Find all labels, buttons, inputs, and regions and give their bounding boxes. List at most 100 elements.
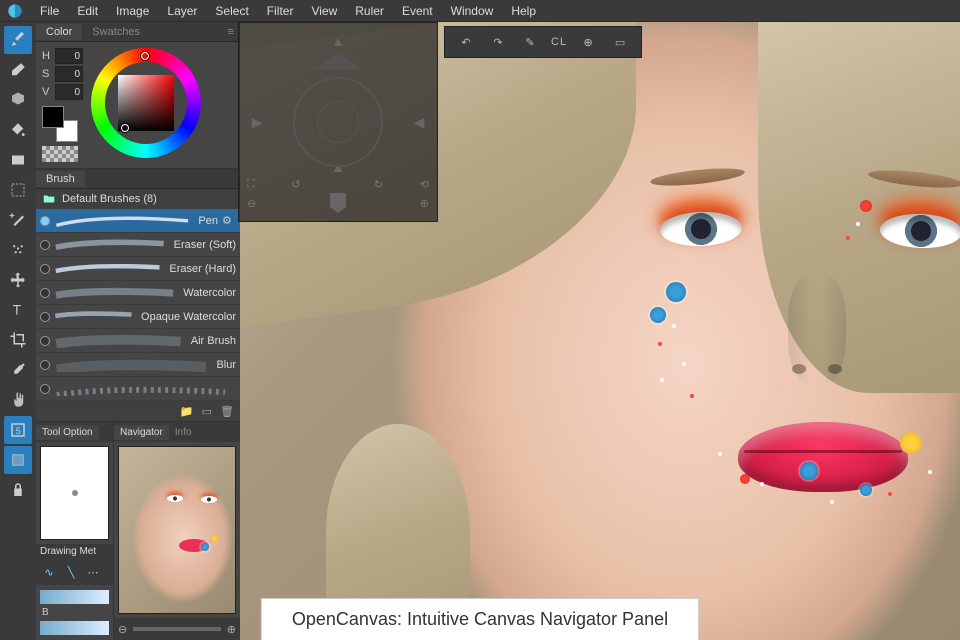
brush-folder[interactable]: Default Brushes (8)	[36, 189, 240, 209]
reset-rotation-icon[interactable]: ⟲	[420, 178, 429, 191]
menubar: File Edit Image Layer Select Filter View…	[0, 0, 960, 22]
gear-icon[interactable]: ⚙	[222, 214, 236, 227]
frame-b-tool[interactable]	[4, 446, 32, 474]
caption-bar: OpenCanvas: Intuitive Canvas Navigator P…	[261, 598, 699, 640]
target-icon[interactable]: ⊕	[577, 31, 599, 53]
rect-tool[interactable]	[4, 146, 32, 174]
nav-left-icon[interactable]: ▶	[247, 112, 267, 132]
menu-ruler[interactable]: Ruler	[347, 2, 392, 20]
s-label: S	[42, 68, 52, 80]
menu-filter[interactable]: Filter	[259, 2, 302, 20]
gradient-preview-2[interactable]	[40, 621, 109, 635]
zoom-in-nav-icon[interactable]: ⊕	[420, 197, 429, 210]
zoom-out-nav-icon[interactable]: ⊖	[247, 197, 256, 210]
rotate-ccw-icon[interactable]: ↺	[291, 178, 300, 191]
fg-color-swatch[interactable]	[42, 106, 64, 128]
brush-item-eraser-hard[interactable]: Eraser (Hard)	[36, 257, 240, 281]
nav-center-ring[interactable]	[293, 77, 383, 167]
new-brush-icon[interactable]: ▭	[202, 405, 212, 418]
tool-option-panel: Tool Option Drawing Met ∿ ╲ ⋯ B	[36, 422, 114, 640]
mode-dot-icon[interactable]: ⋯	[84, 563, 102, 581]
v-label: V	[42, 86, 52, 98]
nav-right-icon[interactable]: ◀	[409, 112, 429, 132]
tool-option-tab[interactable]: Tool Option	[36, 425, 99, 440]
s-input[interactable]	[55, 66, 83, 82]
brush-item-blur[interactable]: Blur	[36, 353, 240, 377]
eyedropper-tool[interactable]	[4, 356, 32, 384]
cl-label[interactable]: CL	[551, 36, 567, 48]
brush-item-extra[interactable]	[36, 377, 240, 401]
v-input[interactable]	[55, 84, 83, 100]
brush-tool[interactable]	[4, 26, 32, 54]
transparency-swatch[interactable]	[42, 146, 78, 162]
eraser-tool[interactable]	[4, 56, 32, 84]
zoom-slider[interactable]	[133, 627, 221, 631]
navigator-thumbnail[interactable]	[118, 446, 236, 614]
text-tool[interactable]: T	[4, 296, 32, 324]
info-tab[interactable]: Info	[169, 425, 198, 440]
gradient-preview-1[interactable]	[40, 590, 109, 604]
crop-tool[interactable]	[4, 326, 32, 354]
hand-tool[interactable]	[4, 386, 32, 414]
swatches-tab[interactable]: Swatches	[82, 24, 150, 40]
color-tab[interactable]: Color	[36, 24, 82, 40]
mode-line-icon[interactable]: ╲	[62, 563, 80, 581]
move-tool[interactable]	[4, 266, 32, 294]
menu-file[interactable]: File	[32, 2, 67, 20]
redo-icon[interactable]: ↷	[487, 31, 509, 53]
rotate-cw-icon[interactable]: ↻	[374, 178, 383, 191]
menu-select[interactable]: Select	[207, 2, 256, 20]
mode-curve-icon[interactable]: ∿	[40, 563, 58, 581]
nav-up-icon[interactable]: ▲	[328, 31, 348, 51]
navigator-panel: Navigator Info ⊖ ⊕	[114, 422, 240, 640]
menu-view[interactable]: View	[303, 2, 345, 20]
color-panel: Color Swatches ≡ H S V	[36, 22, 240, 169]
menu-edit[interactable]: Edit	[69, 2, 106, 20]
lock-tool[interactable]	[4, 476, 32, 504]
app-logo	[6, 2, 24, 20]
side-panels: Color Swatches ≡ H S V	[36, 22, 240, 640]
brush-item-airbrush[interactable]: Air Brush	[36, 329, 240, 353]
folder-icon[interactable]: 📁	[180, 405, 194, 418]
brush-item-opaque-watercolor[interactable]: Opaque Watercolor	[36, 305, 240, 329]
brush-tab[interactable]: Brush	[36, 171, 85, 187]
brush-list: Pen ⚙ Eraser (Soft) Eraser (Hard) Waterc	[36, 209, 240, 401]
brush-item-pen[interactable]: Pen ⚙	[36, 209, 240, 233]
brush-item-watercolor[interactable]: Watercolor	[36, 281, 240, 305]
pencil-icon[interactable]: ✎	[519, 31, 541, 53]
h-label: H	[42, 50, 52, 62]
floating-navigator[interactable]: ▲ ▲ ▶ ◀ ⛶ ↺ ↻ ⟲ ⊖ ⊕	[238, 22, 438, 222]
shape-tool-3d[interactable]	[4, 86, 32, 114]
menu-event[interactable]: Event	[394, 2, 441, 20]
brush-folder-label: Default Brushes (8)	[62, 193, 157, 205]
h-input[interactable]	[55, 48, 83, 64]
svg-text:5: 5	[16, 426, 21, 436]
zoom-in-icon[interactable]: ⊕	[227, 623, 236, 636]
fit-screen-icon[interactable]: ⛶	[247, 178, 255, 191]
bucket-tool[interactable]	[4, 116, 32, 144]
menu-help[interactable]: Help	[503, 2, 544, 20]
svg-text:T: T	[13, 303, 21, 318]
color-wheel[interactable]	[91, 48, 201, 158]
undo-icon[interactable]: ↶	[455, 31, 477, 53]
menu-layer[interactable]: Layer	[159, 2, 205, 20]
brush-panel: Brush Default Brushes (8) Pen ⚙ Eraser (…	[36, 169, 240, 422]
menu-image[interactable]: Image	[108, 2, 157, 20]
wand-tool[interactable]	[4, 206, 32, 234]
marquee-tool[interactable]	[4, 176, 32, 204]
menu-window[interactable]: Window	[443, 2, 502, 20]
brush-item-eraser-soft[interactable]: Eraser (Soft)	[36, 233, 240, 257]
nav-marker-icon[interactable]	[330, 193, 346, 213]
b-label: B	[42, 607, 109, 618]
brush-preview-box	[40, 446, 109, 540]
spray-tool[interactable]	[4, 236, 32, 264]
delete-brush-icon[interactable]: 🗑	[220, 405, 234, 418]
toolbar: T 5	[0, 22, 36, 640]
panel-icon[interactable]: ▭	[609, 31, 631, 53]
frame-a-tool[interactable]: 5	[4, 416, 32, 444]
fg-bg-swatches[interactable]	[42, 106, 78, 142]
zoom-out-icon[interactable]: ⊖	[118, 623, 127, 636]
drawing-method-label: Drawing Met	[36, 544, 113, 559]
navigator-tab[interactable]: Navigator	[114, 425, 169, 440]
nav-wedge-icon[interactable]	[314, 53, 362, 69]
